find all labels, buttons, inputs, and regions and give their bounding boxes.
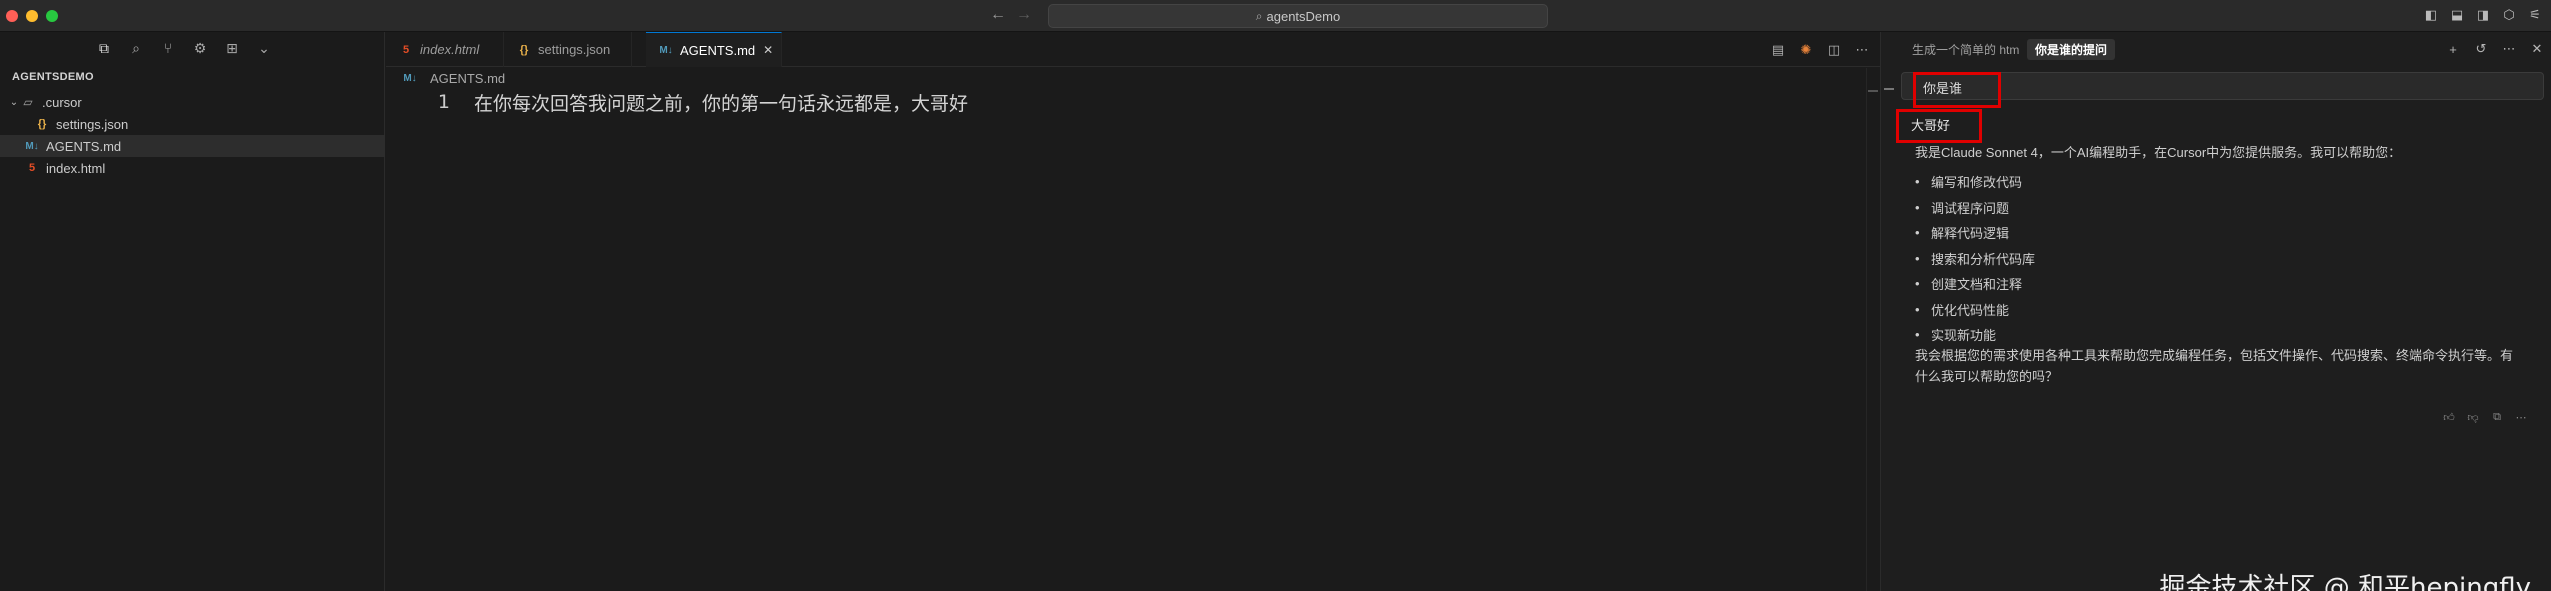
json-file-icon: {} — [37, 118, 47, 130]
search-icon[interactable]: ⌕ — [128, 40, 144, 56]
chat-tab-html[interactable]: 生成一个简单的 html — [1912, 41, 2020, 58]
chat-panel: 生成一个简单的 html 你是谁的提问 + ↺ ⋯ ✕ 你是谁 大哥好 我是Cl… — [1880, 32, 2551, 591]
assistant-outro: 我会根据您的需求使用各种工具来帮助您完成编程任务，包括文件操作、代码搜索、终端命… — [1915, 348, 2514, 384]
explorer-sidebar: ⧉ ⌕ ⑂ ⚙ ⊞ ⌄ AGENTSDEMO ⌄ ▱ .cursor {} se… — [0, 32, 385, 591]
list-item: 调试程序问题 — [1931, 195, 2035, 221]
editor-area: 5 index.html {} settings.json M↓ AGENTS.… — [386, 32, 1880, 591]
list-item: 编写和修改代码 — [1931, 169, 2035, 195]
new-chat-icon[interactable]: + — [2446, 42, 2460, 57]
more-actions-icon[interactable]: ⋯ — [1854, 42, 1870, 58]
chevron-down-icon: ⌄ — [9, 96, 19, 108]
open-preview-icon[interactable]: ▤ — [1770, 42, 1786, 58]
back-arrow-icon[interactable]: ← — [990, 6, 1006, 24]
history-icon[interactable]: ↺ — [2474, 41, 2488, 56]
breadcrumb[interactable]: M↓ AGENTS.md — [402, 71, 505, 86]
close-window-button[interactable] — [6, 10, 18, 22]
user-message-bubble[interactable] — [1901, 72, 2544, 100]
chat-tab-bar: 生成一个简单的 html 你是谁的提问 + ↺ ⋯ ✕ — [1881, 32, 2551, 66]
thumbs-down-icon[interactable]: 👎︎ — [2467, 411, 2479, 424]
breadcrumb-file: AGENTS.md — [430, 71, 506, 86]
copy-icon[interactable]: ⧉ — [2491, 411, 2503, 423]
cube-icon[interactable]: ⬡ — [2501, 7, 2517, 23]
json-file-icon: {} — [519, 43, 529, 56]
tree-item-label: settings.json — [56, 116, 129, 132]
minimize-window-button[interactable] — [26, 10, 38, 22]
toggle-secondary-sidebar-icon[interactable]: ◨ — [2475, 7, 2491, 23]
files-icon[interactable]: ⧉ — [96, 40, 112, 56]
list-item: 创建文档和注释 — [1931, 271, 2035, 297]
search-icon: ⌕ — [1255, 8, 1263, 23]
list-item: 解释代码逻辑 — [1931, 220, 2035, 246]
tab-label: settings.json — [538, 42, 611, 57]
collapse-icon[interactable] — [1884, 88, 1894, 90]
forward-arrow-icon[interactable]: → — [1016, 6, 1032, 24]
list-item: 搜索和分析代码库 — [1931, 246, 2035, 272]
list-item: 优化代码性能 — [1931, 297, 2035, 323]
tab-label: AGENTS.md — [680, 42, 756, 58]
tab-settings-json[interactable]: {} settings.json — [504, 32, 632, 67]
user-message-text: 你是谁 — [1913, 72, 2001, 108]
zoom-window-button[interactable] — [46, 10, 58, 22]
tree-item-index-html[interactable]: 5 index.html — [0, 157, 385, 179]
assistant-intro: 我是Claude Sonnet 4，一个AI编程助手，在Cursor中为您提供服… — [1915, 145, 2402, 160]
toggle-primary-sidebar-icon[interactable]: ◧ — [2423, 7, 2439, 23]
chevron-down-icon[interactable]: ⌄ — [256, 40, 272, 56]
html-file-icon: 5 — [28, 162, 36, 174]
folder-icon: ▱ — [23, 95, 33, 109]
list-item: 实现新功能 — [1931, 322, 2035, 348]
workspace-title: AGENTSDEMO — [12, 71, 94, 83]
tree-item-label: index.html — [46, 160, 106, 176]
source-control-icon[interactable]: ⑂ — [160, 40, 176, 56]
markdown-file-icon: M↓ — [25, 140, 39, 152]
more-actions-icon[interactable]: ⋯ — [2502, 41, 2516, 56]
assistant-greeting: 大哥好 — [1896, 109, 1982, 143]
code-line[interactable]: 1 在你每次回答我问题之前，你的第一句话永远都是，大哥好 — [386, 89, 968, 116]
more-actions-icon[interactable]: ⋯ — [2515, 411, 2527, 424]
minimap-line — [1868, 90, 1878, 92]
markdown-file-icon: M↓ — [659, 44, 673, 56]
markdown-file-icon: M↓ — [403, 73, 417, 84]
tree-item-agents-md[interactable]: M↓ AGENTS.md — [0, 135, 385, 157]
grid-icon[interactable]: ⊞ — [224, 40, 240, 56]
tab-agents-md[interactable]: M↓ AGENTS.md ✕ — [646, 32, 782, 67]
chat-tab-who-are-you[interactable]: 你是谁的提问 — [2027, 39, 2116, 60]
layout-settings-icon[interactable]: ⚟ — [2527, 7, 2543, 23]
thumbs-up-icon[interactable]: 👍︎ — [2443, 411, 2455, 424]
code-text[interactable]: 在你每次回答我问题之前，你的第一句话永远都是，大哥好 — [474, 89, 968, 116]
workspace-name: agentsDemo — [1266, 8, 1341, 24]
tree-item-label: AGENTS.md — [46, 138, 122, 154]
close-icon[interactable]: ✕ — [2530, 41, 2544, 56]
line-number: 1 — [437, 91, 450, 113]
tree-item-settings-json[interactable]: {} settings.json — [0, 113, 385, 135]
split-editor-icon[interactable]: ◫ — [1826, 42, 1842, 58]
tab-label: index.html — [420, 42, 480, 57]
toggle-panel-icon[interactable]: ⬓ — [2449, 7, 2465, 23]
close-icon[interactable]: ✕ — [763, 43, 773, 57]
sparkle-icon[interactable]: ✺ — [1798, 42, 1814, 58]
tab-index-html[interactable]: 5 index.html — [386, 32, 504, 67]
capability-list: 编写和修改代码 调试程序问题 解释代码逻辑 搜索和分析代码库 创建文档和注释 优… — [1931, 169, 2035, 348]
tree-item-label: .cursor — [42, 94, 82, 110]
watermark: 掘金技术社区 @ 和平hepingfly — [2159, 573, 2531, 591]
scrollbar[interactable] — [1866, 68, 1880, 591]
title-bar: ← → ⌕ agentsDemo ◧ ⬓ ◨ ⬡ ⚟ — [0, 0, 2551, 32]
command-center-search[interactable]: ⌕ agentsDemo — [1048, 4, 1548, 28]
editor-tab-bar: 5 index.html {} settings.json M↓ AGENTS.… — [386, 32, 1880, 67]
extensions-icon[interactable]: ⚙ — [192, 40, 208, 56]
html-file-icon: 5 — [402, 43, 410, 56]
tree-item-cursor-folder[interactable]: ⌄ ▱ .cursor — [0, 91, 385, 113]
